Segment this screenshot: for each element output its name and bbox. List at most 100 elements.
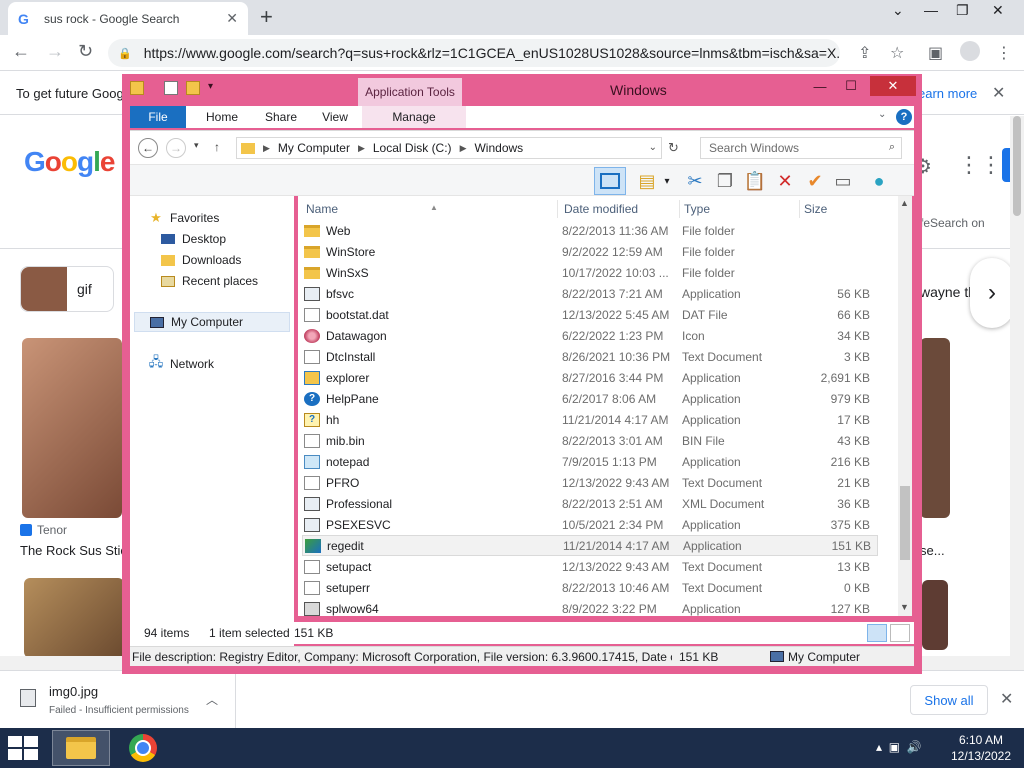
new-tab-icon[interactable]: + <box>260 4 273 30</box>
preview-pane-button[interactable] <box>594 167 626 195</box>
chevron-up-icon[interactable]: ︿ <box>206 691 218 708</box>
taskbar-chrome[interactable] <box>114 730 172 766</box>
file-row[interactable]: PFRO 12/13/2022 9:43 AM Text Document 21 KB <box>302 472 878 493</box>
search-icon[interactable]: ⌕ <box>889 141 895 154</box>
scrollbar-thumb[interactable] <box>900 486 910 560</box>
download-item[interactable]: img0.jpg Failed - Insufficient permissio… <box>0 671 236 728</box>
file-row[interactable]: WinStore 9/2/2022 12:59 AM File folder <box>302 241 878 262</box>
show-all-button[interactable]: Show all <box>910 685 988 715</box>
views-dropdown-icon[interactable]: ▾ <box>660 169 674 193</box>
properties-icon[interactable] <box>164 81 178 95</box>
minimize-icon[interactable]: — <box>806 76 834 96</box>
system-tray-icons[interactable]: ▴ ▣ 🔊 <box>876 740 922 754</box>
profile-avatar[interactable] <box>960 41 980 61</box>
nav-my-computer[interactable]: My Computer <box>134 312 290 332</box>
nav-favorites[interactable]: ★ Favorites <box>148 208 304 228</box>
restore-icon[interactable]: ❐ <box>956 2 969 19</box>
sign-in-button[interactable] <box>1002 148 1010 182</box>
file-row[interactable]: setuperr 8/22/2013 10:46 AM Text Document 0… <box>302 577 878 598</box>
file-row[interactable]: explorer 8/27/2016 3:44 PM Application 2,69… <box>302 367 878 388</box>
new-folder-icon[interactable] <box>186 81 200 95</box>
nav-desktop[interactable]: Desktop <box>160 229 316 249</box>
minimize-icon[interactable]: — <box>924 2 938 18</box>
copy-icon[interactable]: ❐ <box>712 169 738 193</box>
tab-view[interactable]: View <box>310 106 360 128</box>
browser-tab[interactable]: G sus rock - Google Search ✕ <box>8 2 248 35</box>
back-icon[interactable]: ← <box>138 138 158 158</box>
quick-access-dropdown-icon[interactable]: ▾ <box>208 81 213 92</box>
views-folder-icon[interactable]: ▤ <box>634 169 660 193</box>
image-result-thumbnail[interactable] <box>920 338 950 518</box>
chevron-right-icon[interactable]: ▶ <box>263 143 270 154</box>
taskbar-clock[interactable]: 6:10 AM 12/13/2022 <box>948 732 1014 764</box>
globe-icon[interactable]: ● <box>866 169 892 193</box>
expand-ribbon-icon[interactable]: ⌄ <box>878 109 886 120</box>
taskbar-file-explorer[interactable] <box>52 730 110 766</box>
result-title[interactable]: The Rock Sus Stick <box>20 543 133 558</box>
file-row[interactable]: DtcInstall 8/26/2021 10:36 PM Text Documen… <box>302 346 878 367</box>
up-icon[interactable]: ↑ <box>214 140 220 154</box>
reload-icon[interactable]: ↻ <box>78 41 93 62</box>
safesearch-toggle[interactable]: feSearch on <box>920 216 985 230</box>
start-windows-icon[interactable] <box>8 736 38 760</box>
menu-kebab-icon[interactable]: ⋮ <box>996 43 1012 63</box>
google-apps-icon[interactable]: ⋮⋮ <box>958 152 1002 178</box>
file-row[interactable]: bootstat.dat 12/13/2022 5:45 AM DAT File 66… <box>302 304 878 325</box>
chevron-right-icon[interactable]: ▶ <box>460 143 467 154</box>
chevron-right-icon[interactable]: ▶ <box>358 143 365 154</box>
file-list-scrollbar[interactable]: ▲ ▼ <box>898 196 912 616</box>
file-row[interactable]: WinSxS 10/17/2022 10:03 ... File folder <box>302 262 878 283</box>
chips-next-button[interactable]: › <box>970 258 1010 328</box>
file-row[interactable]: mib.bin 8/22/2013 3:01 AM BIN File 43 KB <box>302 430 878 451</box>
tab-home[interactable]: Home <box>192 106 252 128</box>
close-icon[interactable]: ✕ <box>870 76 916 96</box>
file-row[interactable]: Web 8/22/2013 11:36 AM File folder <box>302 220 878 241</box>
column-header-size[interactable]: Size <box>800 200 880 218</box>
image-result-thumbnail[interactable] <box>22 338 122 518</box>
explorer-titlebar[interactable]: ▾ Application Tools Windows — ☐ ✕ <box>122 74 922 106</box>
file-row[interactable]: splwow64 8/9/2022 3:22 PM Application 127 K… <box>302 598 878 616</box>
forward-icon[interactable]: → <box>166 138 186 158</box>
tab-close-icon[interactable]: ✕ <box>226 10 238 27</box>
page-scrollbar[interactable] <box>1010 116 1024 656</box>
image-result-thumbnail[interactable] <box>922 580 948 650</box>
details-view-button[interactable] <box>867 624 887 642</box>
scroll-down-icon[interactable]: ▼ <box>900 602 909 612</box>
file-row[interactable]: bfsvc 8/22/2013 7:21 AM Application 56 KB <box>302 283 878 304</box>
share-icon[interactable]: ⇪ <box>858 43 871 63</box>
help-icon[interactable]: ? <box>896 109 912 125</box>
image-result-thumbnail[interactable] <box>24 578 124 656</box>
recent-locations-icon[interactable]: ▾ <box>194 140 199 151</box>
large-icons-view-button[interactable] <box>890 624 910 642</box>
rename-icon[interactable]: ▭ <box>830 169 856 193</box>
file-row[interactable]: ? hh 11/21/2014 4:17 AM Application 17 KB <box>302 409 878 430</box>
tab-manage[interactable]: Manage <box>362 106 466 128</box>
file-row[interactable]: setupact 12/13/2022 9:43 AM Text Document 1… <box>302 556 878 577</box>
breadcrumb-my-computer[interactable]: My Computer <box>278 141 350 155</box>
bookmark-star-icon[interactable]: ☆ <box>890 43 904 63</box>
file-row[interactable]: regedit 11/21/2014 4:17 AM Application 151 … <box>302 535 878 556</box>
cut-icon[interactable]: ✂ <box>682 169 708 193</box>
chevron-down-icon[interactable]: ⌄ <box>649 142 657 153</box>
column-header-date[interactable]: Date modified <box>560 200 680 218</box>
nav-downloads[interactable]: Downloads <box>160 250 316 270</box>
download-shelf-close-icon[interactable]: ✕ <box>1000 689 1013 709</box>
nav-network[interactable]: 🖧 Network <box>148 354 304 374</box>
breadcrumb-local-disk[interactable]: Local Disk (C:) <box>373 141 452 155</box>
tab-file[interactable]: File <box>130 106 186 128</box>
breadcrumb-windows[interactable]: Windows <box>474 141 523 155</box>
result-title[interactable]: se... <box>920 543 945 558</box>
infobar-close-icon[interactable]: ✕ <box>992 83 1005 103</box>
paste-icon[interactable]: 📋 <box>742 169 768 193</box>
file-row[interactable]: Professional 8/22/2013 2:51 AM XML Documen… <box>302 493 878 514</box>
close-icon[interactable]: ✕ <box>992 2 1004 19</box>
address-bar[interactable]: 🔒 https://www.google.com/search?q=sus+ro… <box>108 39 840 67</box>
lock-icon[interactable]: 🔒 <box>118 47 132 60</box>
scroll-up-icon[interactable]: ▲ <box>900 198 909 208</box>
tab-share[interactable]: Share <box>252 106 310 128</box>
column-header-type[interactable]: Type <box>680 200 800 218</box>
filter-chip-partial[interactable]: wayne th <box>920 284 976 300</box>
refresh-icon[interactable]: ↻ <box>668 140 679 156</box>
search-input[interactable]: Search Windows ⌕ <box>700 137 902 159</box>
delete-icon[interactable]: ✕ <box>772 169 798 193</box>
